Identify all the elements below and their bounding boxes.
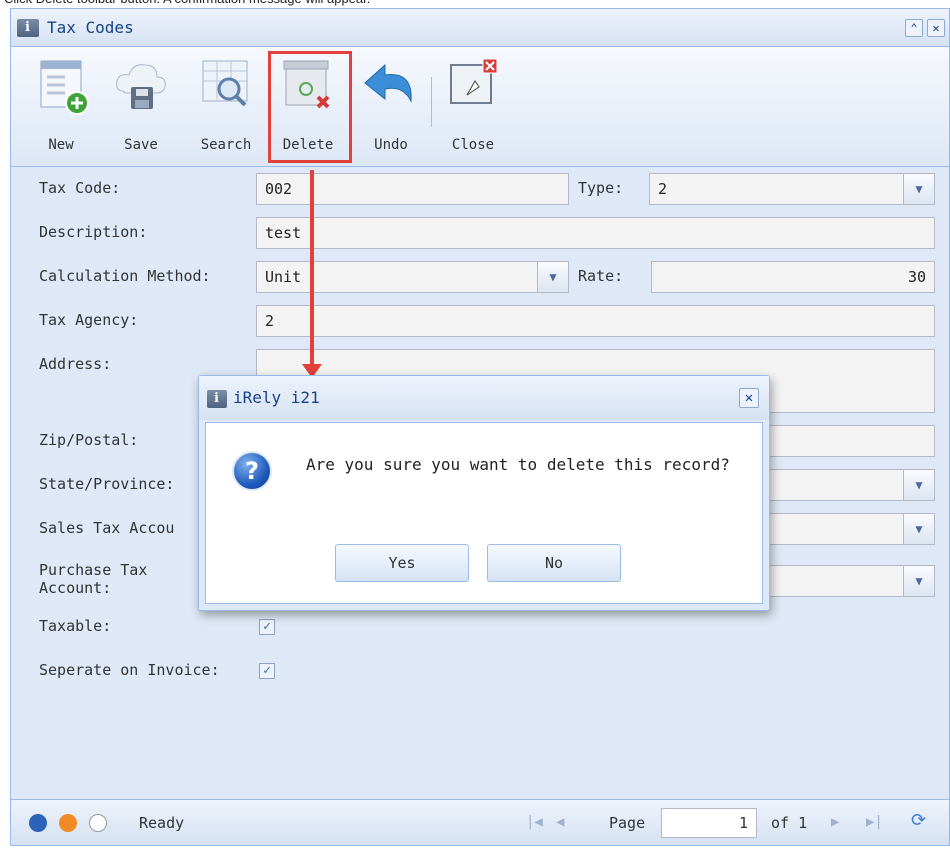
dialog-message: Are you sure you want to delete this rec… [306, 455, 730, 474]
close-screen-icon [450, 58, 498, 104]
prev-page-icon[interactable]: ◀ [556, 814, 564, 830]
search-button[interactable]: Search [191, 53, 261, 157]
new-label: New [48, 137, 74, 153]
new-button[interactable]: New [31, 53, 91, 157]
page-of-label: of 1 [771, 814, 808, 832]
rate-label: Rate: [578, 267, 624, 285]
type-label: Type: [578, 179, 624, 197]
app-icon [17, 19, 39, 37]
close-label: Close [451, 137, 495, 153]
save-button[interactable]: Save [111, 53, 171, 157]
close-button[interactable]: Close [443, 53, 503, 157]
taxable-checkbox[interactable]: ✓ [259, 619, 275, 635]
sales-tax-account-label: Sales Tax Accou [39, 519, 175, 537]
purchase-tax-label-line1: Purchase Tax [39, 561, 148, 579]
refresh-icon[interactable]: ⟳ [911, 810, 926, 831]
separate-on-invoice-label: Seperate on Invoice: [39, 661, 220, 679]
question-icon: ? [232, 451, 272, 491]
instruction-caption: Click Delete toolbar button. A confirmat… [4, 0, 370, 8]
zip-label: Zip/Postal: [39, 431, 139, 449]
calc-method-label: Calculation Method: [39, 267, 211, 285]
chevron-down-icon[interactable]: ▼ [903, 470, 934, 500]
purchase-tax-account-label: Purchase Tax Account: [39, 561, 147, 597]
collapse-icon[interactable]: ⌃ [905, 19, 923, 37]
chevron-down-icon[interactable]: ▼ [537, 262, 568, 292]
tax-code-label: Tax Code: [39, 179, 121, 197]
search-label: Search [200, 137, 252, 153]
type-combo[interactable]: 2 ▼ [649, 173, 935, 205]
dialog-body: ? Are you sure you want to delete this r… [205, 422, 763, 604]
undo-arrow-icon [364, 63, 412, 103]
next-page-icon[interactable]: ▶ [831, 814, 839, 830]
delete-highlight-box [268, 51, 352, 163]
type-value: 2 [658, 180, 668, 198]
description-label: Description: [39, 223, 148, 241]
calc-method-combo[interactable]: Unit ▼ [256, 261, 569, 293]
separate-on-invoice-checkbox[interactable]: ✓ [259, 663, 275, 679]
chevron-down-icon[interactable]: ▼ [903, 566, 934, 596]
window-titlebar: Tax Codes ⌃ ✕ [11, 9, 949, 47]
save-label: Save [124, 137, 158, 153]
close-window-icon[interactable]: ✕ [927, 19, 945, 37]
description-field[interactable]: test [256, 217, 935, 249]
rate-field[interactable]: 30 [651, 261, 935, 293]
state-label: State/Province: [39, 475, 175, 493]
confirm-delete-dialog: iRely i21 ✕ ? Are you sure you want to d… [198, 375, 770, 611]
dialog-title: iRely i21 [233, 388, 320, 407]
page-label: Page [609, 814, 646, 832]
no-button[interactable]: No [487, 544, 621, 582]
dialog-close-icon[interactable]: ✕ [739, 388, 759, 408]
taxable-label: Taxable: [39, 617, 112, 635]
last-page-icon[interactable]: ▶| [866, 814, 883, 830]
dialog-titlebar: iRely i21 ✕ [199, 376, 769, 420]
chevron-down-icon[interactable]: ▼ [903, 514, 934, 544]
first-page-icon[interactable]: |◀ [526, 814, 543, 830]
toolbar: New Save Search Delete Undo Close [11, 47, 949, 167]
chevron-down-icon[interactable]: ▼ [903, 174, 934, 204]
page-number-input[interactable]: 1 [661, 808, 757, 838]
tax-agency-label: Tax Agency: [39, 311, 139, 329]
lightbulb-icon[interactable] [89, 814, 107, 832]
purchase-tax-label-line2: Account: [39, 579, 112, 597]
address-label: Address: [39, 355, 112, 373]
yes-button[interactable]: Yes [335, 544, 469, 582]
new-document-icon [40, 60, 89, 115]
status-bar: Ready |◀ ◀ Page 1 of 1 ▶ ▶| ⟳ [11, 799, 949, 845]
tax-code-field[interactable]: 002 [256, 173, 569, 205]
undo-button[interactable]: Undo [361, 53, 421, 157]
support-lifebuoy-icon[interactable] [59, 814, 77, 832]
help-icon[interactable] [29, 814, 47, 832]
tax-agency-field[interactable]: 2 [256, 305, 935, 337]
status-text: Ready [139, 814, 185, 832]
undo-label: Undo [374, 137, 408, 153]
window-title: Tax Codes [47, 18, 134, 37]
calc-method-value: Unit [265, 268, 302, 286]
search-icon [202, 60, 248, 107]
app-icon [207, 390, 227, 408]
toolbar-separator [431, 77, 432, 127]
cloud-save-icon [116, 64, 166, 109]
annotation-arrow [310, 170, 314, 370]
